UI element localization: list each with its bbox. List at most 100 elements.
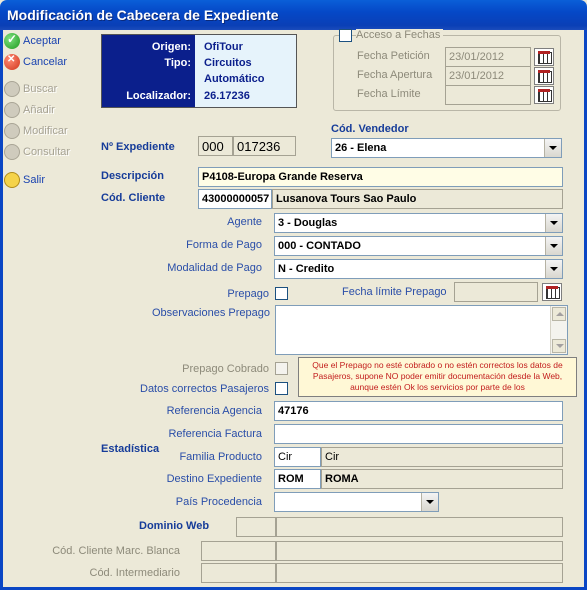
expediente-part1-field[interactable]: 000	[198, 136, 233, 156]
prepago-calendar-icon[interactable]	[542, 283, 562, 301]
cliente-marca-blanca-name-field	[276, 541, 563, 561]
fecha-peticion-field[interactable]: 23/01/2012	[445, 47, 531, 67]
familia-producto-name-field: Cir	[321, 447, 563, 467]
destino-expediente-code-field[interactable]: ROM	[274, 469, 321, 489]
prepago-label: Prepago	[227, 288, 269, 300]
pais-procedencia-label: País Procedencia	[175, 496, 262, 508]
modalidad-pago-select[interactable]: N - Credito	[274, 259, 563, 279]
origen-label: Origen:	[151, 41, 191, 53]
tipo2-value: Automático	[204, 73, 265, 85]
descripcion-field[interactable]: P4108-Europa Grande Reserva	[198, 167, 563, 187]
cliente-code-field[interactable]: 43000000057	[198, 189, 272, 209]
prepago-checkbox[interactable]	[275, 287, 288, 300]
vendedor-label: Cód. Vendedor	[331, 123, 409, 135]
agente-value: 3 - Douglas	[278, 217, 338, 229]
tipo-label: Tipo:	[164, 57, 191, 69]
chevron-down-icon[interactable]	[545, 214, 562, 232]
expediente-label: Nº Expediente	[101, 141, 175, 153]
add-icon	[4, 102, 20, 118]
origen-value: OfiTour	[204, 41, 243, 53]
destino-expediente-label: Destino Expediente	[166, 473, 262, 485]
intermediario-code-field[interactable]	[201, 563, 276, 583]
prepago-cobrado-label: Prepago Cobrado	[182, 363, 269, 375]
search-button[interactable]: Buscar	[4, 80, 57, 98]
forma-pago-label: Forma de Pago	[186, 239, 262, 251]
datos-correctos-label: Datos correctos Pasajeros	[140, 383, 269, 395]
add-label: Añadir	[23, 104, 55, 116]
fecha-limite-label: Fecha Límite	[357, 88, 421, 100]
edit-label: Modificar	[23, 125, 68, 137]
expediente-part2-field[interactable]: 017236	[233, 136, 296, 156]
cliente-marca-blanca-code-field[interactable]	[201, 541, 276, 561]
observaciones-scrollbar[interactable]	[550, 306, 567, 354]
intermediario-label: Cód. Intermediario	[89, 567, 181, 579]
observaciones-textarea[interactable]	[275, 305, 568, 355]
referencia-agencia-label: Referencia Agencia	[166, 405, 262, 417]
fecha-peticion-label: Fecha Petición	[357, 50, 430, 62]
edit-button[interactable]: Modificar	[4, 122, 68, 140]
observaciones-label: Observaciones Prepago	[151, 307, 270, 319]
exit-label: Salir	[23, 174, 46, 186]
vendedor-value: 26 - Elena	[335, 142, 387, 154]
destino-expediente-name-field: ROMA	[321, 469, 563, 489]
fecha-limite-field[interactable]	[445, 85, 531, 105]
fecha-peticion-calendar-icon[interactable]	[534, 48, 554, 66]
prepago-cobrado-checkbox[interactable]	[275, 362, 288, 375]
fecha-apertura-calendar-icon[interactable]	[534, 67, 554, 85]
datos-correctos-checkbox[interactable]	[275, 382, 288, 395]
vendedor-select[interactable]: 26 - Elena	[331, 138, 562, 158]
forma-pago-value: 000 - CONTADO	[278, 240, 361, 252]
scroll-up-icon[interactable]	[552, 307, 566, 321]
exit-button[interactable]: Salir	[4, 171, 45, 189]
agente-label: Agente	[227, 216, 262, 228]
localizador-value: 26.17236	[204, 90, 250, 102]
title-bar: Modificación de Cabecera de Expediente	[0, 0, 587, 30]
view-button[interactable]: Consultar	[4, 143, 70, 161]
accept-label: Aceptar	[23, 35, 61, 47]
add-button[interactable]: Añadir	[4, 101, 55, 119]
referencia-agencia-field[interactable]: 47176	[274, 401, 563, 421]
cliente-label: Cód. Cliente	[101, 192, 166, 204]
forma-pago-select[interactable]: 000 - CONTADO	[274, 236, 563, 256]
prepago-fecha-limite-field[interactable]	[454, 282, 538, 302]
familia-producto-label: Familia Producto	[179, 451, 262, 463]
tipo-value: Circuitos	[204, 57, 252, 69]
fecha-limite-calendar-icon[interactable]	[534, 86, 554, 104]
search-label: Buscar	[23, 83, 58, 95]
scroll-down-icon[interactable]	[552, 339, 566, 353]
chevron-down-icon[interactable]	[421, 493, 438, 511]
fecha-apertura-field[interactable]: 23/01/2012	[445, 66, 531, 86]
dominio-web-code-field[interactable]	[236, 517, 276, 537]
pais-procedencia-select[interactable]	[274, 492, 439, 512]
info-values-panel: OfiTour Circuitos Automático 26.17236	[195, 35, 296, 107]
cliente-name-field: Lusanova Tours Sao Paulo	[272, 189, 563, 209]
cancel-button[interactable]: Cancelar	[4, 53, 67, 71]
intermediario-name-field	[276, 563, 563, 583]
cliente-marca-blanca-label: Cód. Cliente Marc. Blanca	[52, 545, 180, 557]
cancel-icon	[4, 54, 20, 70]
acceso-fechas-label: Acceso a Fechas	[356, 29, 444, 41]
prepago-fecha-limite-label: Fecha límite Prepago	[342, 286, 447, 298]
accept-button[interactable]: Aceptar	[4, 32, 61, 50]
acceso-fechas-checkbox[interactable]	[339, 29, 352, 42]
edit-icon	[4, 123, 20, 139]
chevron-down-icon[interactable]	[544, 139, 561, 157]
info-labels-panel: Origen: Tipo: Localizador:	[102, 35, 195, 107]
prepago-warning-message: Que el Prepago no esté cobrado o no esté…	[298, 357, 577, 397]
expediente-info-box: Origen: Tipo: Localizador: OfiTour Circu…	[101, 34, 297, 108]
view-icon	[4, 144, 20, 160]
chevron-down-icon[interactable]	[545, 237, 562, 255]
chevron-down-icon[interactable]	[545, 260, 562, 278]
dominio-web-name-field	[276, 517, 563, 537]
localizador-label: Localizador:	[126, 90, 191, 102]
dominio-web-label: Dominio Web	[139, 520, 210, 532]
modalidad-pago-label: Modalidad de Pago	[167, 262, 262, 274]
agente-select[interactable]: 3 - Douglas	[274, 213, 563, 233]
referencia-factura-field[interactable]	[274, 424, 563, 444]
cancel-label: Cancelar	[23, 56, 68, 68]
fecha-apertura-label: Fecha Apertura	[357, 69, 433, 81]
modalidad-pago-value: N - Credito	[278, 263, 335, 275]
descripcion-label: Descripción	[101, 170, 164, 182]
search-icon	[4, 81, 20, 97]
familia-producto-code-field[interactable]: Cir	[274, 447, 321, 467]
